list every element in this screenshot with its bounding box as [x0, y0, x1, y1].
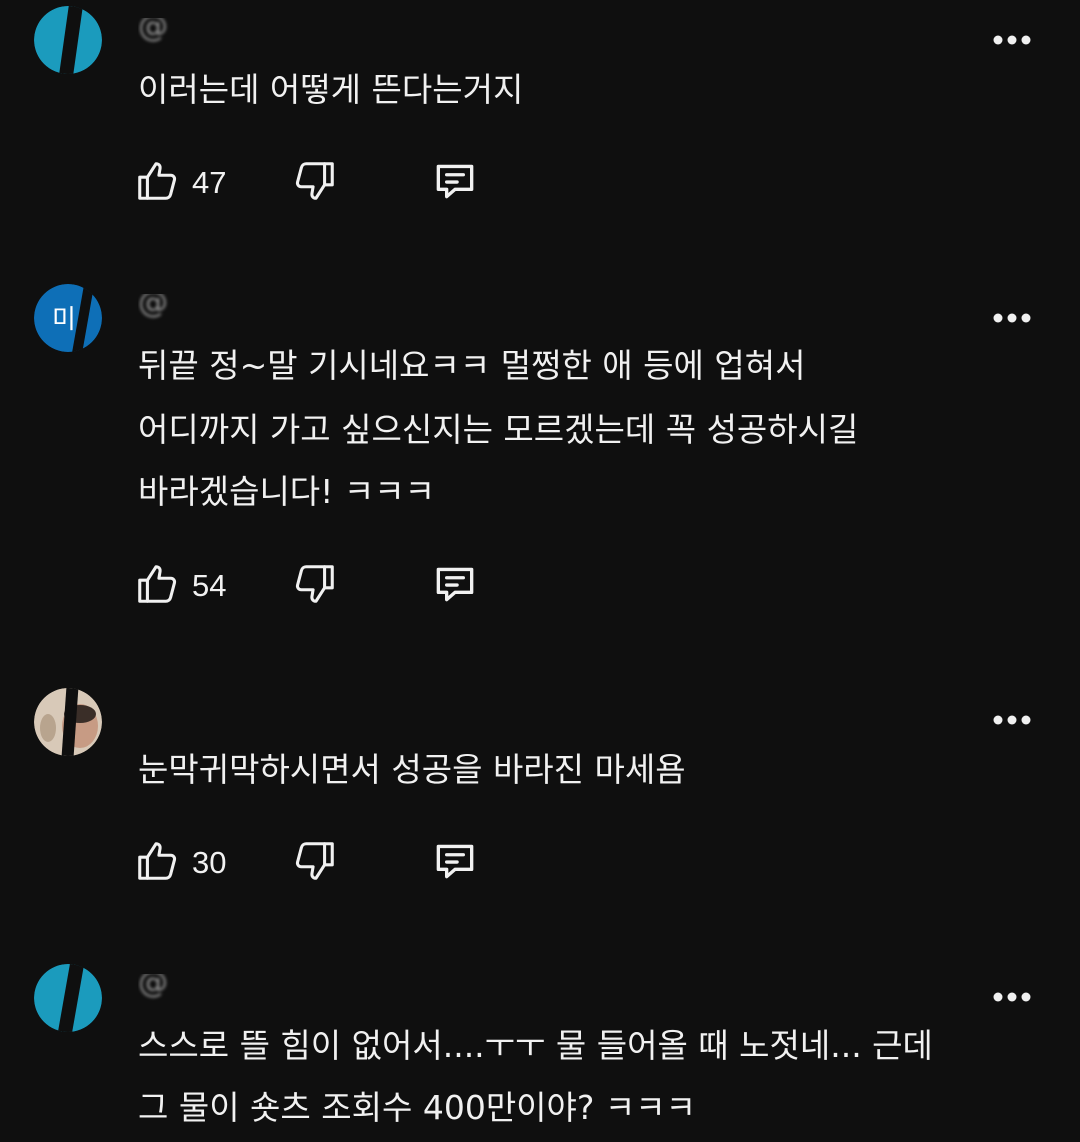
- comment-author-handle[interactable]: @: [138, 974, 438, 1004]
- reply-button[interactable]: [430, 561, 480, 611]
- comment-text: 스스로 뜰 힘이 없어서....ㅜㅜ 물 들어올 때 노젓네... 근데: [138, 1026, 933, 1065]
- comment-text: 그 물이 숏츠 조회수 400만이야? ㅋㅋㅋ: [138, 1088, 696, 1127]
- comment-author-handle[interactable]: @: [138, 18, 438, 48]
- more-vert-icon[interactable]: [992, 987, 1032, 1007]
- like-button[interactable]: 30: [134, 838, 226, 888]
- reply-button[interactable]: [430, 158, 480, 208]
- comment-author-handle[interactable]: @: [138, 294, 438, 324]
- reply-icon: [430, 836, 480, 890]
- like-button[interactable]: 47: [134, 158, 226, 208]
- comment-actions: 47: [134, 158, 534, 208]
- avatar[interactable]: [34, 688, 102, 756]
- thumbs-up-icon: [134, 838, 180, 888]
- avatar[interactable]: 미: [34, 284, 102, 352]
- avatar[interactable]: [34, 964, 102, 1032]
- more-vert-icon[interactable]: [992, 30, 1032, 50]
- reply-icon: [430, 156, 480, 210]
- thumbs-down-icon: [292, 158, 338, 208]
- comment-actions: 30: [134, 838, 534, 888]
- dislike-button[interactable]: [292, 158, 338, 208]
- thumbs-down-icon: [292, 561, 338, 611]
- like-count: 47: [192, 165, 227, 200]
- like-count: 54: [192, 568, 227, 603]
- reply-button[interactable]: [430, 838, 480, 888]
- comment-text: 어디까지 가고 싶으신지는 모르겠는데 꼭 성공하시길: [138, 410, 859, 449]
- like-button[interactable]: 54: [134, 561, 226, 611]
- comment-author-handle[interactable]: [138, 696, 438, 726]
- like-count: 30: [192, 845, 227, 880]
- comment-text: 바라겠습니다! ㅋㅋㅋ: [138, 472, 435, 511]
- thumbs-down-icon: [292, 838, 338, 888]
- reply-icon: [430, 559, 480, 613]
- comment-actions: 54: [134, 561, 534, 611]
- thumbs-up-icon: [134, 158, 180, 208]
- thumbs-up-icon: [134, 561, 180, 611]
- avatar[interactable]: [34, 6, 102, 74]
- more-vert-icon[interactable]: [992, 710, 1032, 730]
- comment-text: 이러는데 어떻게 뜬다는거지: [138, 70, 524, 109]
- comment-text: 눈막귀막하시면서 성공을 바라진 마세욤: [138, 750, 686, 789]
- dislike-button[interactable]: [292, 561, 338, 611]
- svg-text:미: 미: [52, 305, 76, 335]
- comment-text: 뒤끝 정~말 기시네요ㅋㅋ 멀쩡한 애 등에 업혀서: [138, 346, 806, 385]
- dislike-button[interactable]: [292, 838, 338, 888]
- more-vert-icon[interactable]: [992, 308, 1032, 328]
